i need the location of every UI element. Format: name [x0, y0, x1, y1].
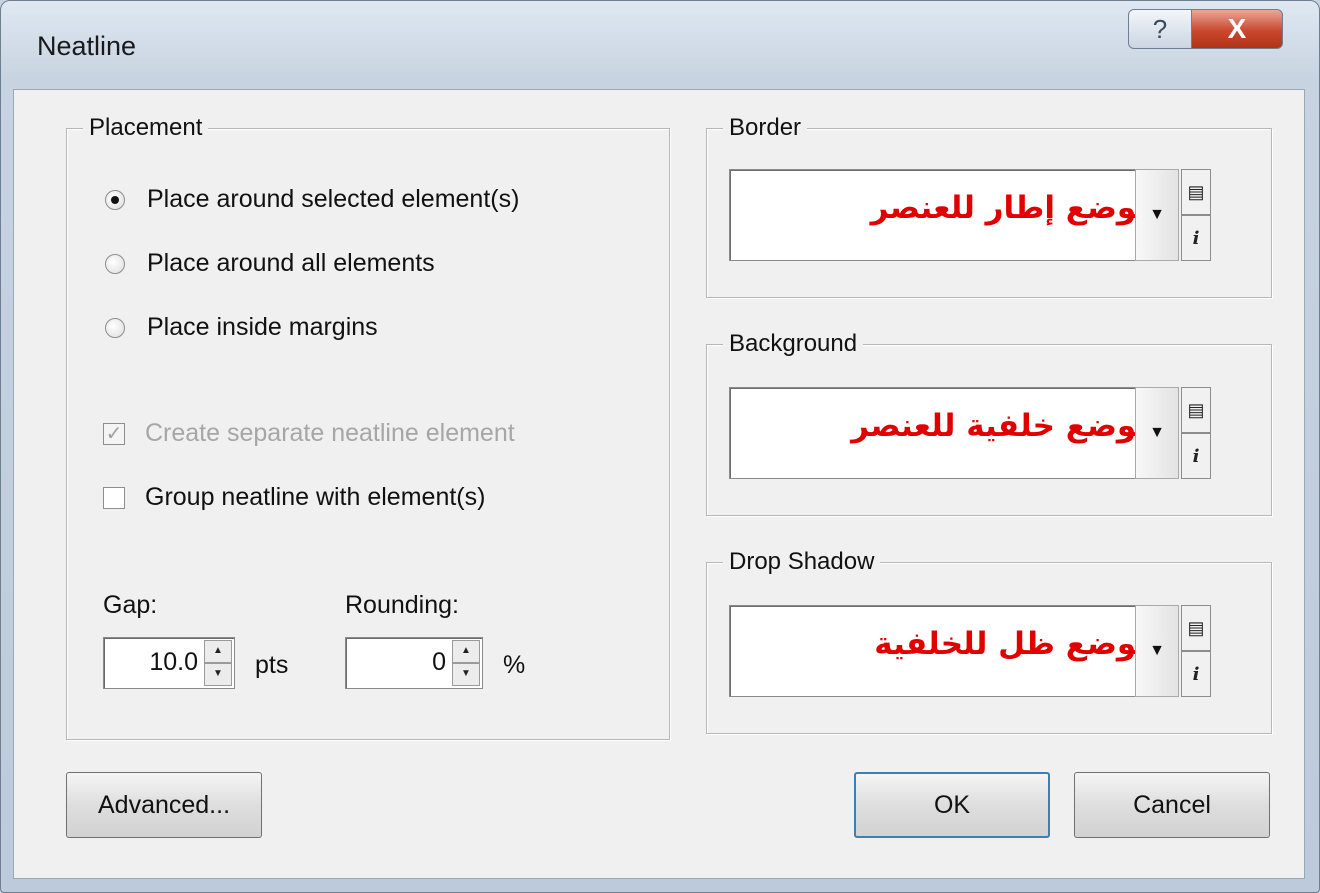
radio-indicator[interactable] — [105, 317, 125, 338]
gap-value: 10.0 — [149, 648, 198, 676]
checkbox-label: Create separate neatline element — [145, 419, 515, 447]
background-side-buttons: ▤ i — [1181, 387, 1211, 479]
drop-shadow-value: لوضع ظل للخلفية — [874, 626, 1148, 662]
info-icon[interactable]: i — [1181, 215, 1211, 261]
neatline-dialog: Neatline ? X Placement Place around sele… — [0, 0, 1320, 893]
checkbox-label: Group neatline with element(s) — [145, 483, 486, 511]
rounding-spin-buttons: ▲ ▼ — [452, 640, 480, 686]
spin-up-icon[interactable]: ▲ — [452, 640, 480, 663]
placement-group: Placement Place around selected element(… — [66, 113, 670, 740]
gap-spin-buttons: ▲ ▼ — [204, 640, 232, 686]
rounding-unit: % — [503, 651, 526, 679]
info-icon[interactable]: i — [1181, 651, 1211, 697]
border-value: لوضع إطار للعنصر — [870, 190, 1148, 226]
drop-shadow-group-label: Drop Shadow — [723, 547, 881, 577]
close-button[interactable]: X — [1191, 9, 1283, 49]
gap-spinbox[interactable]: 10.0 ▲ ▼ — [103, 637, 235, 689]
placement-group-label: Placement — [83, 113, 209, 143]
symbol-list-icon[interactable]: ▤ — [1181, 387, 1211, 433]
rounding-value: 0 — [432, 648, 446, 676]
rounding-spinbox[interactable]: 0 ▲ ▼ — [345, 637, 483, 689]
cancel-button[interactable]: Cancel — [1074, 772, 1270, 838]
gap-unit: pts — [255, 651, 289, 679]
radio-place-around-selected[interactable]: Place around selected element(s) — [105, 185, 519, 214]
dialog-client-area: Placement Place around selected element(… — [13, 89, 1305, 879]
close-icon: X — [1227, 13, 1247, 44]
window-title: Neatline — [37, 31, 137, 61]
spin-down-icon[interactable]: ▼ — [452, 663, 480, 686]
radio-place-inside-margins[interactable]: Place inside margins — [105, 313, 378, 342]
checkbox-create-separate-neatline: ✓ Create separate neatline element — [103, 419, 515, 448]
background-value: لوضع خلفية للعنصر — [851, 408, 1148, 444]
background-group: Background لوضع خلفية للعنصر ▼ ▤ i — [706, 329, 1272, 516]
chevron-down-icon: ▼ — [1149, 424, 1165, 441]
spin-up-icon[interactable]: ▲ — [204, 640, 232, 663]
border-side-buttons: ▤ i — [1181, 169, 1211, 261]
background-group-label: Background — [723, 329, 864, 359]
radio-label: Place around all elements — [147, 249, 435, 277]
border-combo[interactable]: لوضع إطار للعنصر — [729, 169, 1179, 261]
border-group: Border لوضع إطار للعنصر ▼ ▤ i — [706, 113, 1272, 298]
ok-button[interactable]: OK — [854, 772, 1050, 838]
info-icon[interactable]: i — [1181, 433, 1211, 479]
background-dropdown-button[interactable]: ▼ — [1135, 387, 1179, 479]
rounding-label: Rounding: — [345, 591, 459, 619]
help-icon: ? — [1152, 13, 1168, 44]
help-button[interactable]: ? — [1128, 9, 1192, 49]
gap-label: Gap: — [103, 591, 158, 619]
check-mark-icon: ✓ — [103, 422, 125, 445]
drop-shadow-group: Drop Shadow لوضع ظل للخلفية ▼ ▤ i — [706, 547, 1272, 734]
drop-shadow-side-buttons: ▤ i — [1181, 605, 1211, 697]
background-combo[interactable]: لوضع خلفية للعنصر — [729, 387, 1179, 479]
drop-shadow-combo[interactable]: لوضع ظل للخلفية — [729, 605, 1179, 697]
symbol-list-icon[interactable]: ▤ — [1181, 169, 1211, 215]
spin-down-icon[interactable]: ▼ — [204, 663, 232, 686]
drop-shadow-dropdown-button[interactable]: ▼ — [1135, 605, 1179, 697]
checkbox-box[interactable] — [103, 486, 125, 509]
radio-indicator[interactable] — [105, 253, 125, 274]
border-dropdown-button[interactable]: ▼ — [1135, 169, 1179, 261]
radio-selected-indicator[interactable] — [105, 189, 125, 210]
chevron-down-icon: ▼ — [1149, 642, 1165, 659]
radio-place-around-all[interactable]: Place around all elements — [105, 249, 435, 278]
checkbox-group-neatline[interactable]: Group neatline with element(s) — [103, 483, 485, 512]
border-group-label: Border — [723, 113, 808, 143]
radio-label: Place inside margins — [147, 313, 378, 341]
advanced-button[interactable]: Advanced... — [66, 772, 262, 838]
radio-label: Place around selected element(s) — [147, 185, 520, 213]
title-bar[interactable]: Neatline ? X — [1, 1, 1319, 93]
chevron-down-icon: ▼ — [1149, 206, 1165, 223]
symbol-list-icon[interactable]: ▤ — [1181, 605, 1211, 651]
